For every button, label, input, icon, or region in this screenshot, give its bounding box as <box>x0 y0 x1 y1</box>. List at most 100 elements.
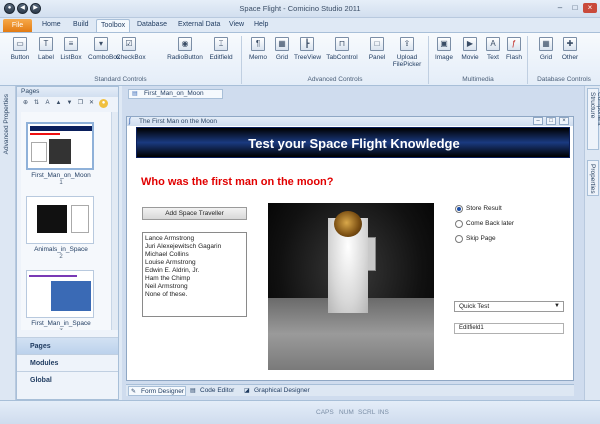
move-down-icon[interactable]: ▼ <box>65 99 74 108</box>
tab-help[interactable]: Help <box>254 21 268 28</box>
sort-alpha-icon[interactable]: A <box>43 99 52 108</box>
close-button[interactable]: × <box>583 3 597 13</box>
duplicate-icon[interactable]: ❐ <box>76 99 85 108</box>
ribbon-treeview[interactable]: ┣ TreeView <box>294 37 321 61</box>
form-maximize-button[interactable]: □ <box>546 117 556 125</box>
pages-scrollbar[interactable] <box>111 112 118 330</box>
add-page-icon[interactable]: ⊕ <box>21 99 30 108</box>
thumb-title <box>29 275 77 277</box>
nav-global[interactable]: Global <box>17 371 118 388</box>
file-tab[interactable]: File <box>3 19 32 32</box>
thumb-list <box>31 142 47 162</box>
grid-icon: ▦ <box>275 37 289 51</box>
tab-label: Code Editor <box>200 387 235 394</box>
advanced-properties-strip[interactable]: Advanced Properties <box>0 86 16 400</box>
nav-pages[interactable]: Pages <box>17 337 118 354</box>
tab-build[interactable]: Build <box>73 21 89 28</box>
grid-icon: ▦ <box>539 37 553 51</box>
ribbon-label[interactable]: T Label <box>33 37 59 61</box>
answers-listbox[interactable]: Lance Armstrong Juri Alexejewitsch Gagar… <box>142 232 247 317</box>
tab-toolbox[interactable]: Toolbox <box>96 19 131 33</box>
tab-form-designer[interactable]: ✎ Form Designer <box>128 386 186 396</box>
editfield[interactable]: Editfield1 <box>454 323 564 334</box>
list-item[interactable]: Edwin E. Aldrin, Jr. <box>145 267 244 275</box>
settings-icon[interactable]: ● <box>99 99 108 108</box>
page-thumb-1[interactable] <box>26 122 94 170</box>
move-up-icon[interactable]: ▲ <box>54 99 63 108</box>
document-area: ▤ First_Man_on_Moon ʃ The First Man on t… <box>122 86 584 400</box>
ribbon-combobox[interactable]: ▾ ComboBox <box>88 37 120 61</box>
page-thumb-label: First_Man_in_Space <box>31 320 91 327</box>
ribbon-checkbox[interactable]: ☑ CheckBox <box>116 37 146 61</box>
tab-external-data[interactable]: External Data <box>178 21 220 28</box>
ribbon-flash[interactable]: ƒ Flash <box>501 37 527 61</box>
image-icon: ▣ <box>437 37 451 51</box>
status-num: NUM <box>339 409 354 416</box>
thumb-image <box>51 281 91 311</box>
form-minimize-button[interactable]: – <box>533 117 543 125</box>
minimize-button[interactable]: – <box>553 3 567 13</box>
radio-indicator[interactable] <box>455 220 463 228</box>
listbox-icon: ≡ <box>64 37 78 51</box>
document-tab[interactable]: ▤ First_Man_on_Moon <box>128 89 223 99</box>
list-item[interactable]: Ham the Chimp <box>145 275 244 283</box>
form-close-button[interactable]: × <box>559 117 569 125</box>
sort-icon[interactable]: ⇅ <box>32 99 41 108</box>
ribbon-tabcontrol[interactable]: ⊓ TabControl <box>326 37 358 61</box>
document-tab-label: First_Man_on_Moon <box>144 90 204 97</box>
ribbon-upload-filepicker[interactable]: ⇪ Upload FilePicker <box>391 37 423 68</box>
ribbon-other[interactable]: ✚ Other <box>557 37 583 61</box>
group-database-controls: Database Controls <box>537 76 591 83</box>
tab-database[interactable]: Database <box>137 21 167 28</box>
page-thumb-number: 1 <box>59 180 63 186</box>
combobox-value: Quick Test <box>459 303 490 310</box>
component-structure-tab[interactable]: Component Structure <box>587 88 600 150</box>
tabcontrol-icon: ⊓ <box>335 37 349 51</box>
tab-label: Graphical Designer <box>254 387 310 394</box>
page-thumb-2[interactable] <box>26 196 94 244</box>
radio-indicator[interactable] <box>455 205 463 213</box>
add-space-traveller-button[interactable]: Add Space Traveller <box>142 207 247 220</box>
page-icon: ▤ <box>132 91 138 97</box>
button-icon: ▭ <box>13 37 27 51</box>
list-item[interactable]: Louise Armstrong <box>145 259 244 267</box>
checkbox-icon: ☑ <box>122 37 136 51</box>
test-mode-combobox[interactable]: Quick Test ▼ <box>454 301 564 312</box>
ribbon-listbox[interactable]: ≡ ListBox <box>58 37 84 61</box>
list-item[interactable]: Michael Collins <box>145 251 244 259</box>
delete-icon[interactable]: ✕ <box>87 99 96 108</box>
chevron-down-icon[interactable]: ▼ <box>554 302 560 311</box>
app-icon: ʃ <box>129 118 131 125</box>
page-thumb-number: 3 <box>21 328 101 330</box>
list-item[interactable]: None of these. <box>145 291 244 299</box>
ribbon: ▭ Button T Label ≡ ListBox ▾ ComboBox ☑ Check… <box>0 32 600 86</box>
window-title: Space Flight - Comicino Studio 2011 <box>239 4 361 13</box>
tab-graphical-designer[interactable]: ◪ Graphical Designer <box>242 386 312 396</box>
ribbon-memo[interactable]: ¶ Memo <box>245 37 271 61</box>
ribbon-grid[interactable]: ▦ Grid <box>269 37 295 61</box>
ribbon-panel[interactable]: □ Panel <box>364 37 390 61</box>
tab-view[interactable]: View <box>229 21 244 28</box>
component-structure-label: Component Structure <box>589 92 600 126</box>
list-item[interactable]: Juri Alexejewitsch Gagarin <box>145 243 244 251</box>
properties-tab[interactable]: Properties <box>587 160 599 196</box>
list-item[interactable]: Neil Armstrong <box>145 283 244 291</box>
memo-icon: ¶ <box>251 37 265 51</box>
designer-tabs: ✎ Form Designer ▤ Code Editor ◪ Graphica… <box>126 384 574 396</box>
thumb-banner <box>30 126 92 131</box>
astronaut-photo <box>268 203 434 370</box>
ribbon-db-grid[interactable]: ▦ Grid <box>533 37 559 61</box>
ribbon-radiobutton[interactable]: ◉ RadioButton <box>167 37 203 61</box>
ribbon-editfield[interactable]: ⌶ Editfield <box>208 37 234 61</box>
nav-modules[interactable]: Modules <box>17 354 118 371</box>
page-thumb-3[interactable] <box>26 270 94 318</box>
tab-home[interactable]: Home <box>42 21 61 28</box>
form-designer-icon: ✎ <box>131 389 137 395</box>
radio-indicator[interactable] <box>455 235 463 243</box>
ribbon-image[interactable]: ▣ Image <box>431 37 457 61</box>
ribbon-button[interactable]: ▭ Button <box>7 37 33 61</box>
list-item[interactable]: Lance Armstrong <box>145 235 244 243</box>
tab-code-editor[interactable]: ▤ Code Editor <box>188 386 240 396</box>
maximize-button[interactable]: □ <box>568 3 582 13</box>
form-window-title: The First Man on the Moon <box>139 118 218 125</box>
